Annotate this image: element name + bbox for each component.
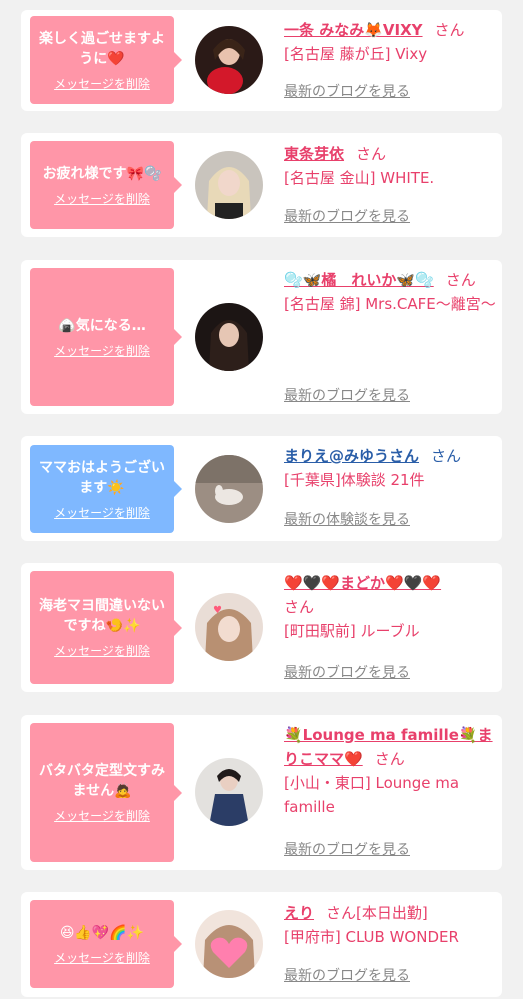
avatar[interactable] <box>195 26 263 94</box>
message-card: ママおはようございます☀️ メッセージを削除 まりえ@みゆうさん さん [千葉県]… <box>21 436 502 541</box>
message-text: バタバタ定型文すみません🙇 <box>39 763 165 799</box>
message-bubble: お疲れ様です🎀🫧 メッセージを削除 <box>30 141 182 229</box>
delete-message-link[interactable]: メッセージを削除 <box>54 504 150 521</box>
honorific: さん <box>434 21 465 39</box>
avatar[interactable] <box>195 303 263 371</box>
avatar[interactable] <box>195 151 263 219</box>
user-name-link[interactable]: まりえ@みゆうさん <box>284 447 419 465</box>
message-text: 😆👍💖🌈✨ <box>59 924 145 941</box>
latest-blog-link[interactable]: 最新のブログを見る <box>284 839 410 859</box>
message-text: 海老マヨ間違いないですね🍤✨ <box>39 598 165 634</box>
shop-label: [小山・東口] Lounge ma famille <box>284 774 460 816</box>
avatar-photo-icon <box>195 26 263 94</box>
avatar[interactable] <box>195 758 263 826</box>
message-card: 楽しく過ごせますように❤️ メッセージを削除 一条 みなみ🦊VIXY さん [名古… <box>21 10 502 111</box>
message-text: 🍙気になる… <box>58 317 146 334</box>
message-card: お疲れ様です🎀🫧 メッセージを削除 東条芽依 さん [名古屋 金山] WHITE.… <box>21 133 502 237</box>
user-info: 🫧🦋橘 れいか🦋🫧 さん [名古屋 錦] Mrs.CAFE〜離宮〜 <box>284 268 496 316</box>
user-info: 一条 みなみ🦊VIXY さん [名古屋 藤が丘] Vixy <box>284 18 494 66</box>
shop-label: [名古屋 金山] WHITE. <box>284 169 435 187</box>
latest-blog-link[interactable]: 最新のブログを見る <box>284 81 410 101</box>
svg-text:♥: ♥ <box>213 605 222 616</box>
user-name-link[interactable]: 東条芽依 <box>284 145 344 163</box>
message-card: 🍙気になる… メッセージを削除 🫧🦋橘 れいか🦋🫧 さん [名古屋 錦] Mrs.… <box>21 260 502 414</box>
delete-message-link[interactable]: メッセージを削除 <box>54 807 150 824</box>
user-name-link[interactable]: えり <box>284 904 314 922</box>
message-bubble: バタバタ定型文すみません🙇 メッセージを削除 <box>30 723 182 862</box>
avatar[interactable] <box>195 455 263 523</box>
message-card: バタバタ定型文すみません🙇 メッセージを削除 💐Lounge ma famill… <box>21 715 502 870</box>
message-text: ママおはようございます☀️ <box>39 459 165 496</box>
avatar[interactable] <box>195 910 263 978</box>
avatar-photo-icon <box>195 151 263 219</box>
honorific: さん <box>284 598 315 616</box>
latest-blog-link[interactable]: 最新のブログを見る <box>284 385 410 405</box>
latest-blog-link[interactable]: 最新のブログを見る <box>284 965 410 985</box>
delete-message-link[interactable]: メッセージを削除 <box>54 342 150 359</box>
shop-label: [名古屋 錦] Mrs.CAFE〜離宮〜 <box>284 295 496 313</box>
message-text: 楽しく過ごせますように❤️ <box>39 30 165 67</box>
message-bubble: ママおはようございます☀️ メッセージを削除 <box>30 445 182 533</box>
shop-label: [町田駅前] ルーブル <box>284 622 420 640</box>
user-name-link[interactable]: 一条 みなみ🦊VIXY <box>284 21 423 39</box>
user-name-link[interactable]: 🫧🦋橘 れいか🦋🫧 <box>284 271 434 289</box>
user-info: 💐Lounge ma famille💐まりこママ❤️ さん [小山・東口] Lou… <box>284 723 494 819</box>
honorific: さん[本日出勤] <box>326 904 428 922</box>
message-card: 海老マヨ間違いないですね🍤✨ メッセージを削除 ♥ ❤️🖤❤️まどか❤️🖤❤️ さ… <box>21 563 502 692</box>
message-bubble: 海老マヨ間違いないですね🍤✨ メッセージを削除 <box>30 571 182 684</box>
user-info: 東条芽依 さん [名古屋 金山] WHITE. <box>284 142 494 190</box>
avatar-photo-icon <box>195 910 263 978</box>
message-bubble: 楽しく過ごせますように❤️ メッセージを削除 <box>30 16 182 104</box>
delete-message-link[interactable]: メッセージを削除 <box>54 949 150 966</box>
delete-message-link[interactable]: メッセージを削除 <box>54 75 150 92</box>
latest-blog-link[interactable]: 最新のブログを見る <box>284 662 410 682</box>
message-text: お疲れ様です🎀🫧 <box>42 165 162 182</box>
honorific: さん <box>374 750 405 768</box>
message-bubble: 🍙気になる… メッセージを削除 <box>30 268 182 406</box>
honorific: さん <box>431 447 462 465</box>
avatar[interactable]: ♥ <box>195 593 263 661</box>
message-card: 😆👍💖🌈✨ メッセージを削除 えり さん[本日出勤] [甲府市] CLUB WON… <box>21 892 502 997</box>
avatar-photo-icon <box>195 303 263 371</box>
shop-label: [千葉県]体験談 21件 <box>284 471 425 489</box>
message-bubble: 😆👍💖🌈✨ メッセージを削除 <box>30 900 182 988</box>
honorific: さん <box>356 145 387 163</box>
latest-blog-link[interactable]: 最新の体験談を見る <box>284 509 410 529</box>
user-info: まりえ@みゆうさん さん [千葉県]体験談 21件 <box>284 444 494 492</box>
shop-label: [甲府市] CLUB WONDER <box>284 928 459 946</box>
shop-label: [名古屋 藤が丘] Vixy <box>284 45 428 63</box>
latest-blog-link[interactable]: 最新のブログを見る <box>284 206 410 226</box>
user-name-link[interactable]: ❤️🖤❤️まどか❤️🖤❤️ <box>284 574 441 592</box>
delete-message-link[interactable]: メッセージを削除 <box>54 642 150 659</box>
avatar-photo-icon: ♥ <box>195 593 263 661</box>
delete-message-link[interactable]: メッセージを削除 <box>54 190 150 207</box>
user-info: えり さん[本日出勤] [甲府市] CLUB WONDER <box>284 901 494 949</box>
avatar-photo-icon <box>195 758 263 826</box>
honorific: さん <box>445 271 476 289</box>
avatar-photo-icon <box>195 455 263 523</box>
user-info: ❤️🖤❤️まどか❤️🖤❤️ さん [町田駅前] ルーブル <box>284 571 494 643</box>
